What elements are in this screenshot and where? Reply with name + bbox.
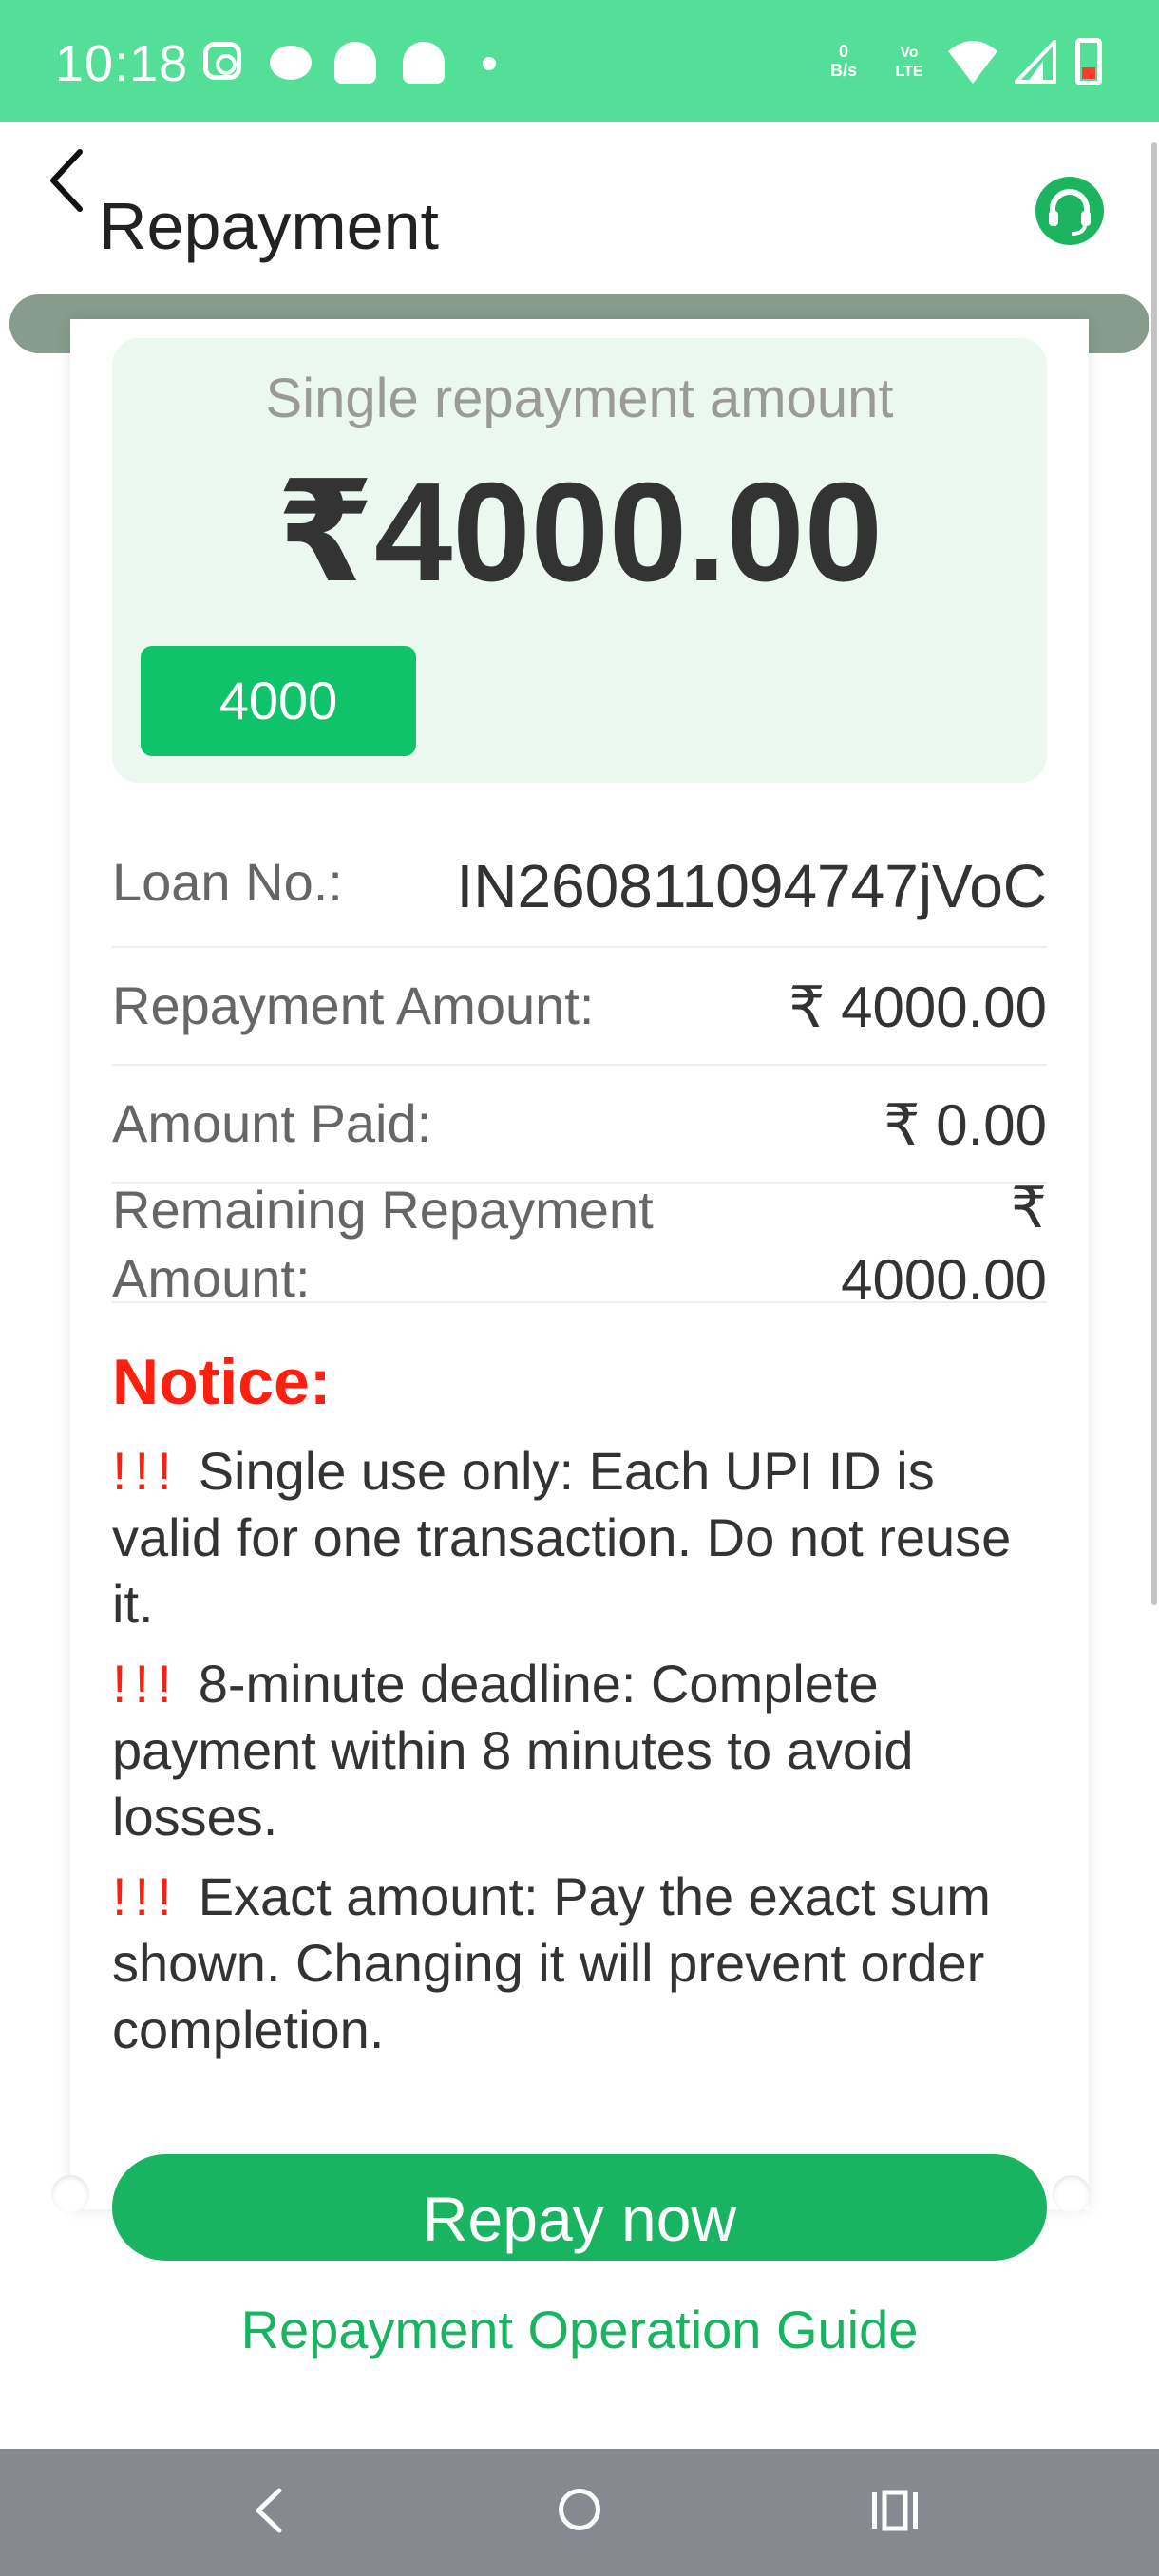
status-bar: 10:18 0 B/s Vo LTE [0,0,1159,122]
dot-icon [483,57,496,70]
amount-label: Single repayment amount [265,368,894,429]
navigation-bar [0,2449,1159,2576]
home-icon[interactable] [559,2489,600,2530]
notice-item: !!! Single use only: Each UPI ID is valid… [112,1438,1053,1638]
volte-indicator: Vo LTE [895,45,923,80]
warning-mark: !!! [112,1441,180,1501]
chat-icon [270,46,312,80]
detail-row-repayment-amount: Repayment Amount: ₹ 4000.00 [112,948,1047,1066]
snapchat-icon [403,42,445,84]
card-notch [51,2175,89,2213]
recents-icon[interactable] [868,2487,922,2534]
row-value: ₹ 4000.00 [788,975,1047,1039]
amount-chip[interactable]: 4000 [141,646,416,756]
notice-title: Notice: [112,1346,332,1418]
notice-item: !!! Exact amount: Pay the exact sum shown… [112,1864,1053,2063]
wifi-icon [948,41,998,84]
warning-mark: !!! [112,1654,180,1714]
row-label: Loan No.: [112,852,343,912]
notice-text: 8-minute deadline: Complete payment with… [112,1654,914,1847]
row-label: Amount Paid: [112,1093,432,1153]
back-icon[interactable] [241,2477,298,2544]
detail-row-loan-no: Loan No.: IN260811094747jVoC [112,836,1047,948]
detail-row-amount-paid: Amount Paid: ₹ 0.00 [112,1066,1047,1184]
detail-row-remaining: Remaining Repayment Amount: ₹ 4000.00 [112,1176,1047,1312]
repay-now-button[interactable]: Repay now [112,2154,1047,2261]
card-notch [1053,2175,1091,2213]
headset-icon[interactable] [1036,177,1104,245]
back-button[interactable] [42,142,95,218]
page-title: Repayment [99,189,439,263]
amount-value: ₹4000.00 [276,454,883,611]
notice-text: Single use only: Each UPI ID is valid fo… [112,1441,1012,1634]
row-value: ₹ 4000.00 [841,1176,1047,1312]
row-value: ₹ 0.00 [884,1093,1047,1157]
warning-mark: !!! [112,1866,180,1926]
signal-icon [1015,40,1056,84]
status-time: 10:18 [55,35,189,92]
row-value: IN260811094747jVoC [456,852,1047,920]
snapchat-icon [334,42,376,84]
repayment-guide-link[interactable]: Repayment Operation Guide [0,2299,1159,2360]
instagram-icon [203,42,241,80]
battery-icon [1075,38,1102,85]
row-label: Repayment Amount: [112,975,595,1035]
network-speed: 0 B/s [829,42,857,80]
amount-summary: Single repayment amount ₹4000.00 4000 [112,338,1047,783]
notice-item: !!! 8-minute deadline: Complete payment w… [112,1651,1053,1850]
row-label: Remaining Repayment Amount: [112,1180,654,1308]
notice-text: Exact amount: Pay the exact sum shown. C… [112,1866,991,2059]
scrollbar[interactable] [1151,142,1157,1605]
